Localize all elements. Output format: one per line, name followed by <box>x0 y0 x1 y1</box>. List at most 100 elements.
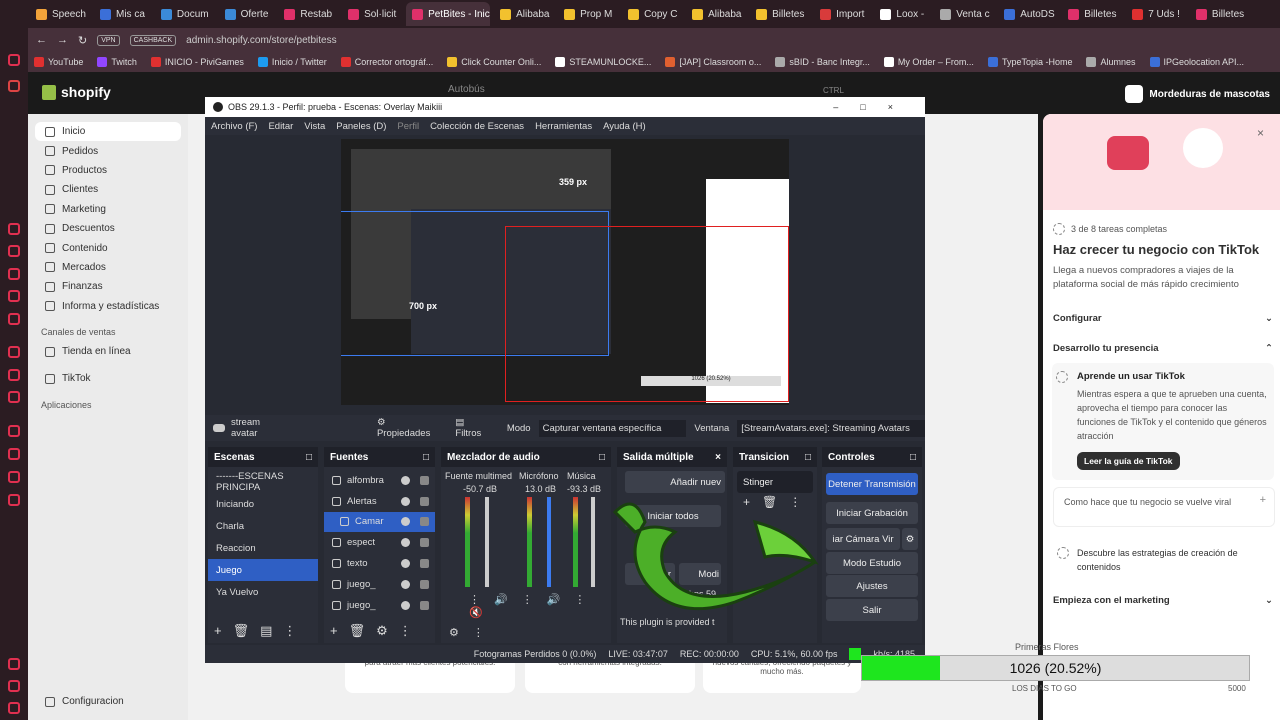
close-icon[interactable]: × <box>715 452 721 463</box>
browser-tab[interactable]: Sol·licit <box>342 2 402 26</box>
task-viral[interactable]: Como hace que tu negocio se vuelve viral… <box>1053 487 1275 527</box>
vpn-chip[interactable]: VPN <box>97 34 120 46</box>
twitch-icon[interactable] <box>8 369 20 381</box>
settings-icon[interactable] <box>8 494 20 506</box>
filters-button[interactable]: ▤ Filtros <box>455 417 492 439</box>
gx-icon[interactable] <box>8 680 20 692</box>
add-output-button[interactable]: Añadir nuev <box>625 471 725 493</box>
obs-menu-item[interactable]: Herramientas <box>535 121 592 132</box>
obs-menu-item[interactable]: Archivo (F) <box>211 121 257 132</box>
settings-button[interactable]: Ajustes <box>826 575 918 597</box>
scene-item[interactable]: Charla <box>208 515 318 537</box>
close-icon[interactable]: × <box>1257 126 1264 140</box>
shopify-app-icon[interactable] <box>8 54 20 66</box>
nav-item[interactable]: Clientes <box>28 180 188 199</box>
obs-menu-item[interactable]: Vista <box>304 121 325 132</box>
nav-item[interactable]: Inicio <box>35 122 181 142</box>
search-placeholder[interactable]: Autobús <box>448 84 485 95</box>
browser-tab[interactable]: Prop M <box>558 2 618 26</box>
plus-icon[interactable]: + <box>1260 494 1266 506</box>
bookmark[interactable]: sBID - Banc Integr... <box>775 57 870 67</box>
nav-item[interactable]: Descuentos <box>28 219 188 238</box>
lock-icon[interactable] <box>420 496 429 506</box>
undock-icon[interactable]: □ <box>306 452 312 463</box>
obs-preview[interactable]: 359 px 700 px 1026 (20.52%) <box>341 139 789 405</box>
volume-fader[interactable] <box>547 497 551 587</box>
browser-tab[interactable]: Billetes <box>1190 2 1250 26</box>
bookmark[interactable]: TypeTopia -Home <box>987 57 1072 67</box>
nav-item[interactable]: Finanzas <box>28 277 188 296</box>
volume-fader[interactable] <box>485 497 489 587</box>
more-icon[interactable] <box>8 702 20 714</box>
browser-tab[interactable]: Loox - <box>874 2 930 26</box>
lock-icon[interactable] <box>420 538 429 548</box>
task-circle-icon[interactable] <box>1057 547 1069 559</box>
eye-icon[interactable] <box>401 600 410 610</box>
browser-tab[interactable]: Restab <box>278 2 338 26</box>
source-item[interactable]: juego_ <box>324 574 435 595</box>
obs-menu-item[interactable]: Editar <box>268 121 293 132</box>
bookmark[interactable]: STEAMUNLOCKE... <box>555 57 651 67</box>
source-item[interactable]: Camar <box>324 511 435 533</box>
music-icon[interactable] <box>8 313 20 325</box>
settings-nav[interactable]: Configuracion <box>28 692 124 711</box>
browser-tab[interactable]: Speech <box>30 2 90 26</box>
nav-item[interactable]: Mercados <box>28 258 188 277</box>
browser-tab[interactable]: Oferte <box>219 2 275 26</box>
browser-tab[interactable]: Copy C <box>622 2 682 26</box>
nav-item[interactable]: Productos <box>28 161 188 180</box>
eye-icon[interactable] <box>401 475 410 485</box>
url-field[interactable]: admin.shopify.com/store/petbitess <box>186 35 336 46</box>
configure-section[interactable]: Configurar ⌄ <box>1053 313 1273 324</box>
scene-item[interactable]: Juego <box>208 559 318 581</box>
mixer-toolbar[interactable]: ⚙⋮ <box>449 626 498 639</box>
bookmark[interactable]: Alumnes <box>1086 57 1136 67</box>
source-item[interactable]: juego_ <box>324 595 435 616</box>
undock-icon[interactable]: □ <box>805 452 811 463</box>
lock-icon[interactable] <box>420 579 429 589</box>
lock-icon[interactable] <box>420 559 429 569</box>
browser-tab[interactable]: Import <box>814 2 870 26</box>
develop-section[interactable]: Desarrollo tu presencia ⌃ <box>1053 343 1273 354</box>
stop-stream-button[interactable]: Detener Transmisión <box>826 473 918 495</box>
refresh-icon[interactable] <box>8 245 20 257</box>
browser-tab[interactable]: Mis ca <box>94 2 151 26</box>
source-item[interactable]: texto <box>324 553 435 574</box>
virtual-camera-button[interactable]: iar Cámara Vir <box>826 528 900 550</box>
instagram-icon[interactable] <box>8 268 20 280</box>
mail-icon[interactable] <box>8 223 20 235</box>
bookmark[interactable]: Inicio / Twitter <box>257 57 327 67</box>
studio-mode-button[interactable]: Modo Estudio <box>826 552 918 574</box>
browser-tab[interactable]: AutoDS <box>998 2 1058 26</box>
bookmark[interactable]: Corrector ortográf... <box>340 57 433 67</box>
obs-menu-item[interactable]: Paneles (D) <box>336 121 386 132</box>
obs-menu-item[interactable]: Colección de Escenas <box>430 121 524 132</box>
scene-item[interactable]: Iniciando <box>208 493 318 515</box>
eye-icon[interactable] <box>401 496 410 506</box>
source-item[interactable]: espect <box>324 532 435 553</box>
browser-tab[interactable]: Billetes <box>750 2 810 26</box>
browser-tab[interactable]: Alibaba <box>494 2 554 26</box>
bookmark[interactable]: [JAP] Classroom o... <box>665 57 761 67</box>
x-icon[interactable] <box>8 391 20 403</box>
scene-item[interactable]: -------ESCENAS PRINCIPA <box>208 471 318 493</box>
properties-button[interactable]: ⚙ Propiedades <box>377 417 441 439</box>
channel-item[interactable]: TikTok <box>28 369 188 388</box>
eye-icon[interactable] <box>401 517 410 527</box>
lock-icon[interactable] <box>420 600 429 610</box>
channel-item[interactable]: Tienda en línea <box>28 342 188 361</box>
eye-icon[interactable] <box>401 579 410 589</box>
bookmark[interactable]: IPGeolocation API... <box>1149 57 1244 67</box>
pin-icon[interactable] <box>8 658 20 670</box>
volume-fader[interactable] <box>591 497 595 587</box>
virtual-camera-settings-icon[interactable]: ⚙ <box>902 528 918 550</box>
clock-icon[interactable] <box>8 448 20 460</box>
heart-icon[interactable] <box>8 471 20 483</box>
read-guide-button[interactable]: Leer la guía de TikTok <box>1077 452 1180 470</box>
source-item[interactable]: Alertas <box>324 491 435 512</box>
forward-icon[interactable]: → <box>57 34 68 46</box>
eye-icon[interactable] <box>401 538 410 548</box>
transition-select[interactable]: Stinger <box>737 471 813 493</box>
arrow-icon[interactable] <box>8 346 20 358</box>
mixer-controls[interactable]: ⋮🔊⋮🔊⋮🔇 <box>469 593 611 619</box>
